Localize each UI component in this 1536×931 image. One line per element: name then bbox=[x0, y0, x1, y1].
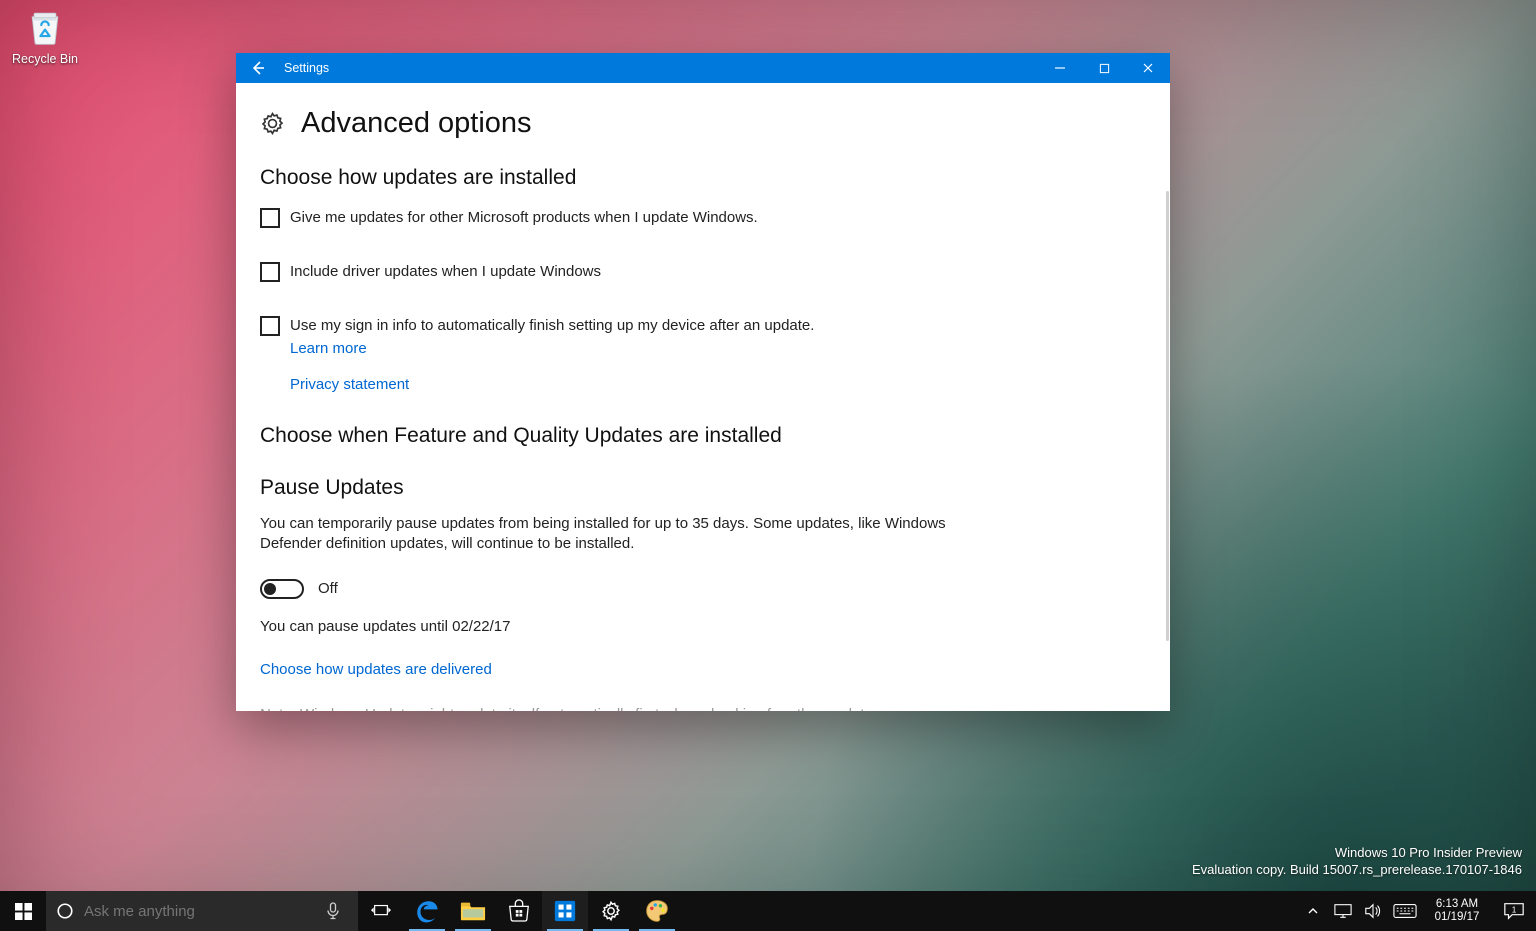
minimize-button[interactable] bbox=[1038, 53, 1082, 83]
close-button[interactable] bbox=[1126, 53, 1170, 83]
tray-keyboard[interactable] bbox=[1388, 903, 1422, 919]
search-input[interactable] bbox=[84, 903, 308, 920]
checkbox-ms-products[interactable] bbox=[260, 208, 280, 228]
note-cut-text: Note: Windows Update might update itself… bbox=[260, 706, 880, 711]
watermark-line1: Windows 10 Pro Insider Preview bbox=[1192, 844, 1522, 862]
taskbar-app-paint[interactable] bbox=[634, 891, 680, 931]
privacy-statement-link[interactable]: Privacy statement bbox=[290, 376, 409, 393]
minimize-icon bbox=[1054, 62, 1066, 74]
gear-icon bbox=[260, 111, 285, 136]
taskbar-app-edge[interactable] bbox=[404, 891, 450, 931]
tray-volume[interactable] bbox=[1358, 903, 1388, 919]
scroll-area: Advanced options Choose how updates are … bbox=[236, 83, 1164, 711]
paint-palette-icon bbox=[644, 898, 670, 924]
tray-clock[interactable]: 6:13 AM 01/19/17 bbox=[1422, 898, 1492, 924]
pause-updates-title: Pause Updates bbox=[260, 476, 1140, 500]
checkbox-driver-updates[interactable] bbox=[260, 262, 280, 282]
clock-time: 6:13 AM bbox=[1436, 898, 1478, 911]
desktop-watermark: Windows 10 Pro Insider Preview Evaluatio… bbox=[1192, 844, 1522, 879]
microphone-button[interactable] bbox=[318, 902, 348, 920]
scrollbar[interactable] bbox=[1166, 191, 1169, 641]
svg-text:1: 1 bbox=[1512, 905, 1517, 914]
taskbar-app-file-explorer[interactable] bbox=[450, 891, 496, 931]
cortana-ring-icon bbox=[56, 902, 74, 920]
taskbar-app-feedback-hub[interactable] bbox=[542, 891, 588, 931]
pause-updates-toggle-state: Off bbox=[318, 580, 338, 597]
checkbox-row-signin-info: Use my sign in info to automatically fin… bbox=[260, 316, 1140, 336]
store-icon bbox=[507, 899, 531, 923]
microphone-icon bbox=[326, 902, 340, 920]
taskbar: 6:13 AM 01/19/17 1 bbox=[0, 891, 1536, 931]
clock-date: 01/19/17 bbox=[1435, 911, 1480, 924]
tray-overflow[interactable] bbox=[1298, 905, 1328, 917]
section-feature-quality-title: Choose when Feature and Quality Updates … bbox=[260, 424, 1140, 448]
speaker-icon bbox=[1364, 903, 1382, 919]
pause-until-text: You can pause updates until 02/22/17 bbox=[260, 617, 980, 637]
desktop-background[interactable]: Recycle Bin Windows 10 Pro Insider Previ… bbox=[0, 0, 1536, 931]
taskbar-app-store[interactable] bbox=[496, 891, 542, 931]
chevron-up-icon bbox=[1307, 905, 1319, 917]
checkbox-ms-products-label: Give me updates for other Microsoft prod… bbox=[290, 208, 758, 228]
checkbox-row-ms-products: Give me updates for other Microsoft prod… bbox=[260, 208, 1140, 228]
task-view-button[interactable] bbox=[358, 891, 404, 931]
recycle-bin-label: Recycle Bin bbox=[8, 52, 82, 66]
feedback-hub-icon bbox=[553, 899, 577, 923]
delivery-link[interactable]: Choose how updates are delivered bbox=[260, 661, 492, 678]
section-install-title: Choose how updates are installed bbox=[260, 166, 1140, 190]
content-area: Advanced options Choose how updates are … bbox=[236, 83, 1170, 711]
back-button[interactable] bbox=[236, 53, 280, 83]
checkbox-signin-info-label: Use my sign in info to automatically fin… bbox=[290, 316, 814, 336]
titlebar[interactable]: Settings bbox=[236, 53, 1170, 83]
pause-updates-toggle[interactable] bbox=[260, 579, 304, 599]
close-icon bbox=[1142, 62, 1154, 74]
windows-logo-icon bbox=[15, 903, 32, 920]
tray-hyperv[interactable] bbox=[1328, 903, 1358, 919]
settings-window: Settings Advanced options bbox=[236, 53, 1170, 711]
maximize-button[interactable] bbox=[1082, 53, 1126, 83]
notification-icon: 1 bbox=[1503, 901, 1525, 921]
folder-icon bbox=[460, 900, 486, 922]
edge-icon bbox=[414, 898, 440, 924]
window-title: Settings bbox=[280, 61, 329, 75]
watermark-line2: Evaluation copy. Build 15007.rs_prerelea… bbox=[1192, 861, 1522, 879]
action-center-button[interactable]: 1 bbox=[1492, 901, 1536, 921]
pause-updates-body: You can temporarily pause updates from b… bbox=[260, 514, 980, 555]
keyboard-icon bbox=[1393, 903, 1417, 919]
checkbox-signin-info[interactable] bbox=[260, 316, 280, 336]
gear-icon bbox=[600, 900, 622, 922]
arrow-left-icon bbox=[250, 60, 266, 76]
start-button[interactable] bbox=[0, 891, 46, 931]
cortana-search[interactable] bbox=[46, 891, 358, 931]
task-view-icon bbox=[371, 903, 391, 919]
checkbox-row-driver-updates: Include driver updates when I update Win… bbox=[260, 262, 1140, 282]
page-title: Advanced options bbox=[301, 107, 532, 140]
recycle-bin-icon[interactable]: Recycle Bin bbox=[8, 4, 82, 66]
learn-more-link[interactable]: Learn more bbox=[290, 340, 367, 357]
taskbar-app-settings[interactable] bbox=[588, 891, 634, 931]
maximize-icon bbox=[1099, 63, 1110, 74]
checkbox-driver-updates-label: Include driver updates when I update Win… bbox=[290, 262, 601, 282]
monitor-icon bbox=[1334, 903, 1352, 919]
trash-icon bbox=[23, 4, 67, 48]
